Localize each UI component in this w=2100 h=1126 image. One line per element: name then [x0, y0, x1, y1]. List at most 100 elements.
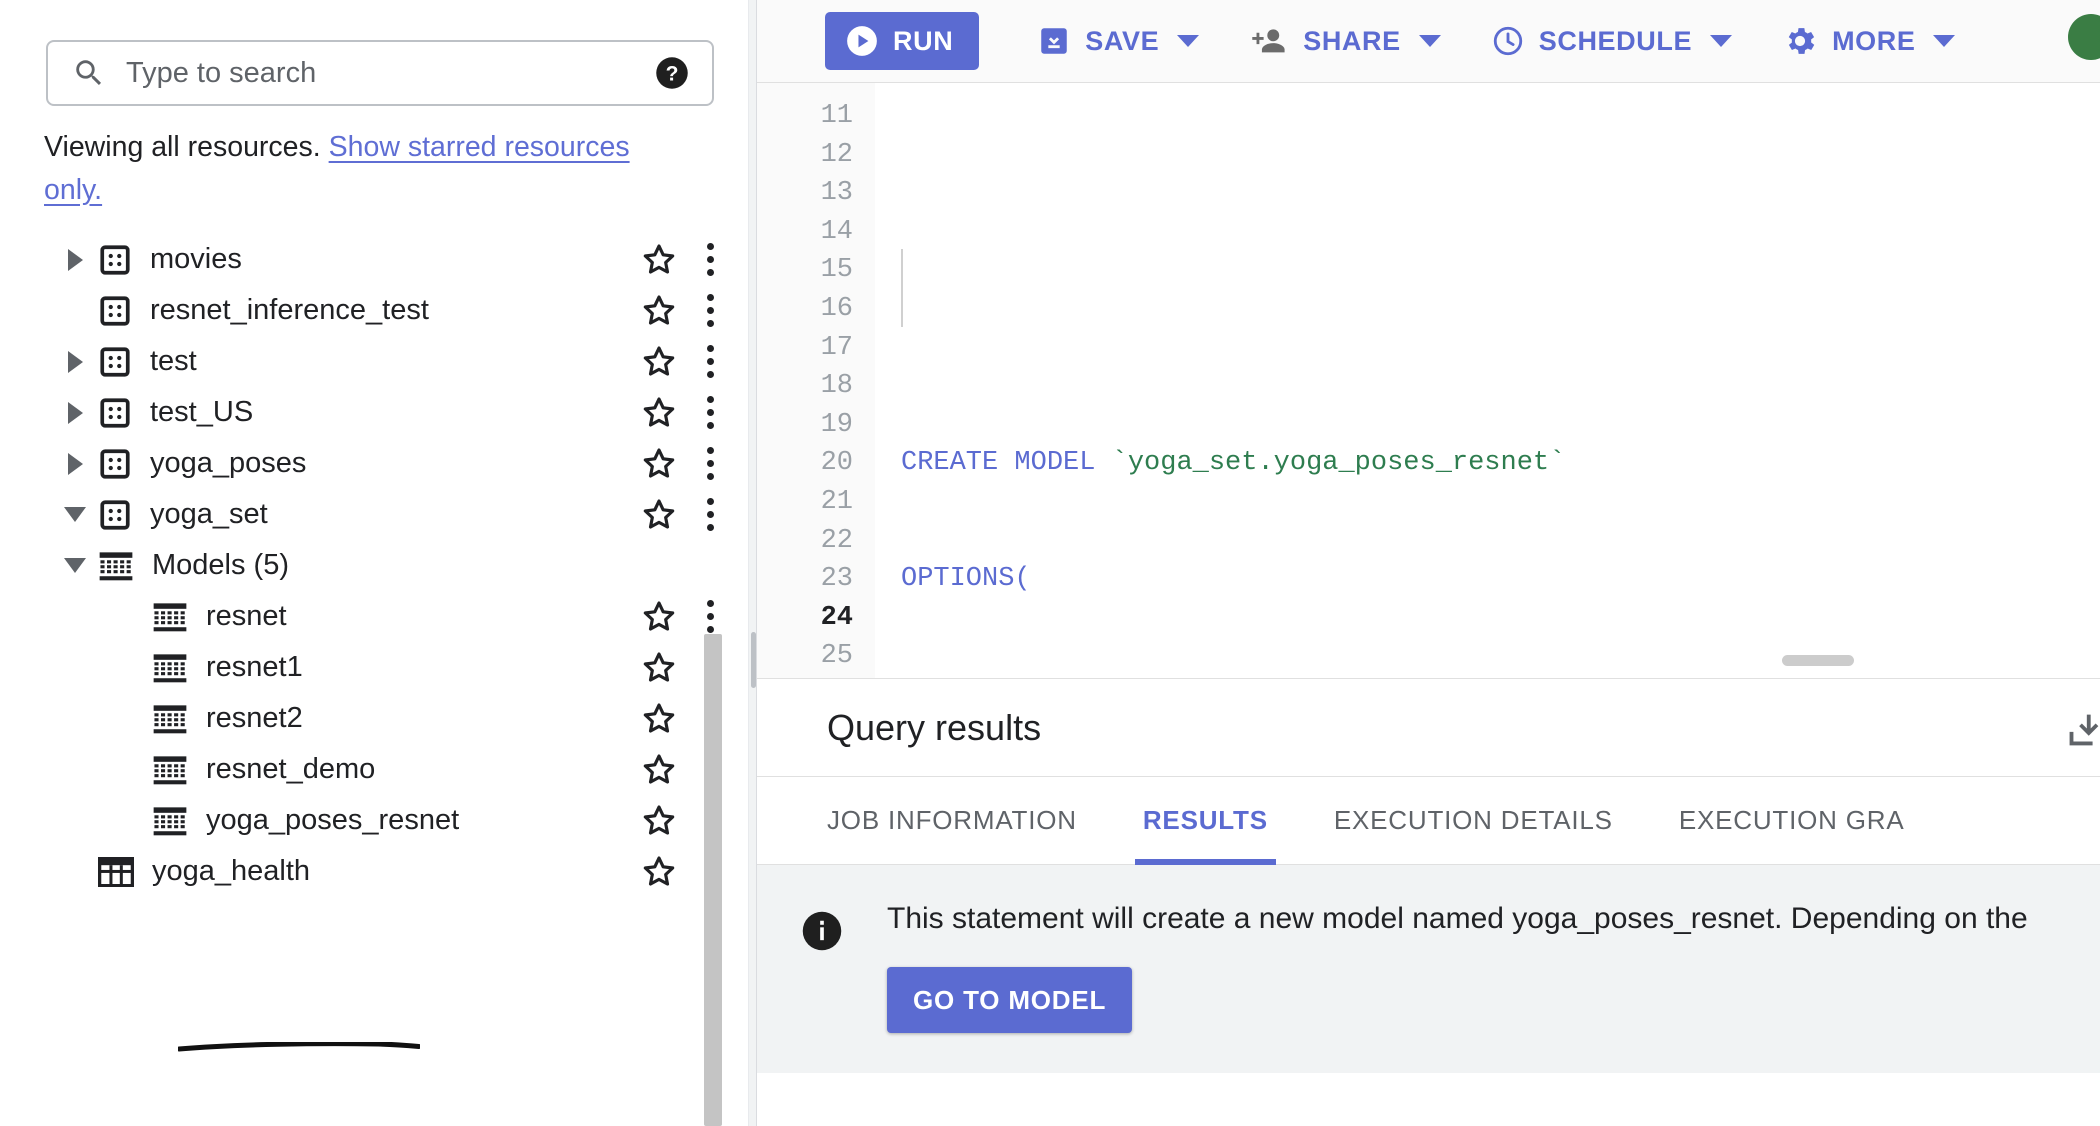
dataset-icon [98, 447, 132, 481]
sidebar-scrollbar[interactable] [704, 634, 722, 1126]
panel-resize-handle[interactable] [748, 0, 756, 1126]
sidebar-scrollbar-thumb[interactable] [704, 634, 722, 1126]
line-number: 17 [820, 332, 853, 363]
star-icon[interactable] [630, 801, 688, 841]
tab-execution-details[interactable]: EXECUTION DETAILS [1334, 777, 1613, 865]
chevron-down-icon[interactable] [1933, 35, 1956, 47]
go-to-model-button[interactable]: GO TO MODEL [887, 967, 1133, 1033]
dataset-icon [100, 295, 130, 326]
more-options-icon[interactable] [688, 345, 732, 378]
model-icon [153, 653, 187, 682]
line-number: 11 [820, 101, 853, 131]
tab-execution-gra[interactable]: EXECUTION GRA [1679, 777, 1905, 865]
model-icon [153, 704, 187, 733]
editor-code[interactable]: CREATE MODEL `yoga_set.yoga_poses_resnet… [875, 83, 2100, 678]
avatar[interactable] [2068, 14, 2100, 60]
schedule-button[interactable]: SCHEDULE [1481, 12, 1742, 70]
twisty-spacer [106, 744, 152, 795]
model-icon [152, 755, 188, 785]
sql-editor[interactable]: 11 12 13 14 15 16 17 18 19 20 21 22 23 24 25 CREATE MO… [757, 83, 2100, 679]
tab-results[interactable]: RESULTS [1134, 777, 1276, 865]
tree-row[interactable]: resnet [0, 591, 756, 642]
tree-row[interactable]: yoga_set [0, 489, 756, 540]
code-line-15: CREATE MODEL `yoga_set.yoga_poses_resnet… [901, 444, 2100, 483]
chevron-down-icon[interactable] [1710, 35, 1733, 47]
model-icon [153, 602, 187, 631]
line-number: 25 [820, 641, 853, 672]
line-number: 19 [820, 409, 853, 440]
save-results-icon[interactable] [2060, 707, 2100, 758]
tree-row[interactable]: test_US [0, 387, 756, 438]
dataset-icon [100, 346, 130, 377]
more-options-icon[interactable] [688, 396, 732, 429]
tree-row-label: test_US [150, 396, 254, 428]
tree-row[interactable]: yoga_poses [0, 438, 756, 489]
more-options-icon[interactable] [688, 243, 732, 276]
expand-triangle-icon[interactable] [52, 336, 98, 387]
tree-row-label: yoga_set [150, 498, 268, 530]
tree-row-label: Models (5) [152, 549, 289, 581]
more-options-icon[interactable] [688, 498, 732, 531]
collapse-triangle-icon[interactable] [52, 540, 98, 591]
dataset-icon [100, 397, 130, 428]
star-icon[interactable] [630, 852, 688, 892]
star-icon[interactable] [630, 750, 688, 790]
search-input[interactable] [126, 56, 654, 90]
help-circle-icon[interactable]: ? [654, 55, 690, 91]
tree-row[interactable]: Models (5) [0, 540, 756, 591]
share-button-label: SHARE [1303, 25, 1401, 56]
more-button[interactable]: MORE [1772, 12, 1965, 70]
expand-triangle-icon[interactable] [52, 438, 98, 489]
star-icon[interactable] [630, 291, 688, 331]
explorer-panel: ? Viewing all resources. Show starred re… [0, 0, 756, 1126]
more-options-icon[interactable] [688, 600, 732, 633]
expand-triangle-icon[interactable] [52, 234, 98, 285]
query-toolbar: RUN SAVE SHARE SCHEDULE MORE [757, 0, 2100, 83]
tree-row[interactable]: resnet_inference_test [0, 285, 756, 336]
tab-job-information[interactable]: JOB INFORMATION [827, 777, 1077, 865]
model-icon [152, 704, 188, 734]
editor-resize-grip[interactable] [1782, 655, 1854, 666]
info-icon [757, 899, 887, 1033]
model-icon [153, 755, 187, 784]
expand-triangle-icon[interactable] [52, 387, 98, 438]
tree-row[interactable]: movies [0, 234, 756, 285]
tree-row-label: resnet2 [206, 702, 303, 734]
more-options-icon[interactable] [688, 294, 732, 327]
model-icon [152, 602, 188, 632]
tree-row[interactable]: yoga_health [0, 846, 756, 897]
star-icon[interactable] [630, 648, 688, 688]
chevron-down-icon[interactable] [1418, 35, 1441, 47]
star-outline-icon [643, 804, 675, 835]
results-info-body: This statement will create a new model n… [887, 899, 2100, 1033]
model-icon [153, 806, 187, 835]
star-icon[interactable] [630, 342, 688, 382]
star-icon[interactable] [630, 699, 688, 739]
chevron-down-icon[interactable] [1177, 35, 1200, 47]
tree-row[interactable]: resnet2 [0, 693, 756, 744]
line-number: 24 [820, 602, 853, 633]
line-number: 13 [820, 178, 853, 209]
dataset-icon [98, 396, 132, 430]
star-icon[interactable] [630, 240, 688, 280]
tree-row-label: yoga_health [152, 855, 311, 887]
search-box[interactable]: ? [46, 40, 714, 106]
run-button[interactable]: RUN [825, 12, 980, 70]
results-info-message: This statement will create a new model n… [887, 902, 2028, 935]
tree-row[interactable]: yoga_poses_resnet [0, 795, 756, 846]
twisty-spacer [52, 846, 98, 897]
tree-row-label: yoga_poses_resnet [206, 804, 460, 836]
share-button[interactable]: SHARE [1239, 12, 1451, 70]
star-outline-icon [643, 600, 675, 631]
dataset-icon [98, 243, 132, 277]
more-options-icon[interactable] [688, 447, 732, 480]
save-button[interactable]: SAVE [1027, 12, 1209, 70]
star-icon[interactable] [630, 393, 688, 433]
collapse-triangle-icon[interactable] [52, 489, 98, 540]
star-icon[interactable] [630, 495, 688, 535]
star-icon[interactable] [630, 444, 688, 484]
tree-row[interactable]: resnet1 [0, 642, 756, 693]
tree-row[interactable]: test [0, 336, 756, 387]
star-icon[interactable] [630, 597, 688, 637]
tree-row[interactable]: resnet_demo [0, 744, 756, 795]
